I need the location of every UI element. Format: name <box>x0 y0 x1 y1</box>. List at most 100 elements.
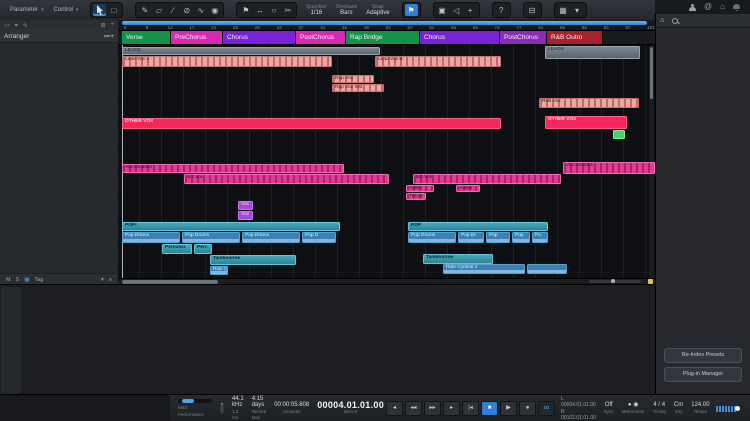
add-icon-button[interactable]: + <box>464 4 477 16</box>
loop-range-bar[interactable] <box>122 21 647 25</box>
snap-setting[interactable]: Snap Adaptive <box>366 4 389 16</box>
audio-region[interactable]: Pop Drums <box>122 232 180 243</box>
select-tracks-icon[interactable]: ▭ <box>4 22 10 29</box>
mute-all-button[interactable]: M <box>6 277 11 283</box>
play-button[interactable]: ▶ <box>500 401 518 416</box>
playhead[interactable] <box>122 45 123 278</box>
audio-region[interactable]: Rap Vox Inst <box>332 84 384 92</box>
audio-region[interactable]: Pop Dr <box>458 232 484 243</box>
keyboard-button[interactable]: ⊟ <box>526 4 539 16</box>
bend-tool-button[interactable]: ∿ <box>194 4 207 16</box>
audio-region[interactable]: Ride C <box>210 266 228 275</box>
reindex-presets-button[interactable]: Re-Index Presets <box>664 348 742 363</box>
arranger-section[interactable]: R&B Outro <box>547 31 603 44</box>
speaker-icon-button[interactable]: ◁ <box>450 4 463 16</box>
sphere-icon[interactable]: @ <box>704 3 712 11</box>
search-icon[interactable] <box>672 17 679 24</box>
audio-region[interactable]: Lead Vox A <box>122 56 332 67</box>
audio-region[interactable]: Vox <box>238 211 253 220</box>
chevron-down-icon[interactable]: ▾ <box>571 4 584 16</box>
audio-region[interactable]: Percussi <box>162 244 192 254</box>
precount-icon[interactable]: ● <box>628 402 632 408</box>
arranger-section[interactable]: Chorus <box>223 31 296 44</box>
home-icon[interactable]: ⌂ <box>720 3 725 11</box>
loop-button[interactable]: ∞ <box>538 401 556 416</box>
audio-region[interactable]: Vox Doubles <box>122 164 344 173</box>
audio-region[interactable]: Vox <box>238 201 253 210</box>
audio-region[interactable]: Vox Doubles <box>563 162 655 174</box>
audio-region[interactable]: LEADS <box>545 46 640 59</box>
timebase-setting[interactable]: Timebase Bars <box>335 4 357 16</box>
pencil-tool-button[interactable]: ✎ <box>138 4 151 16</box>
mix-view-button[interactable]: ▦ <box>557 4 570 16</box>
rewind-button[interactable]: ◂◂ <box>405 401 423 416</box>
audio-region[interactable]: Tambourine <box>423 254 493 264</box>
audio-region[interactable]: OTHER VOX <box>545 116 627 129</box>
audio-region[interactable]: Ride Cymbal 2 <box>443 264 525 274</box>
metronome-icon[interactable]: ◉ <box>633 402 638 408</box>
arranger-section[interactable]: PostChorus <box>296 31 346 44</box>
record-button[interactable]: ● <box>519 401 537 416</box>
edit-view-button[interactable]: Edit <box>741 395 750 421</box>
audio-region[interactable]: Adlibs <box>456 185 480 192</box>
performance-meter[interactable]: MIDI Performance <box>178 399 212 418</box>
time-signature-display[interactable]: 4 / 4 Timing <box>653 402 666 415</box>
performance-slider[interactable] <box>178 399 212 403</box>
audio-region[interactable]: Rap Vox <box>332 75 374 83</box>
parameter-dropdown[interactable]: Parameter ▾ <box>10 7 44 13</box>
eraser-tool-button[interactable]: ▱ <box>152 4 165 16</box>
arrow-tool-button[interactable] <box>93 4 107 16</box>
audio-region[interactable]: Pop <box>486 232 510 243</box>
next-bar-button[interactable]: ▸ <box>443 401 461 416</box>
view-icon[interactable]: ▦ <box>24 277 29 283</box>
audio-region[interactable]: Po <box>532 232 548 243</box>
audio-region[interactable]: Perc <box>194 244 212 254</box>
audio-region[interactable]: BG Vox <box>184 174 389 184</box>
audio-region[interactable]: OTHER VOX <box>122 118 501 129</box>
grid-icon[interactable]: ⊞ <box>100 22 105 29</box>
zoom-slider[interactable] <box>589 280 641 283</box>
zoom-slider-handle[interactable] <box>611 279 615 283</box>
audio-region[interactable] <box>613 130 625 139</box>
audio-region[interactable]: POP <box>408 222 548 231</box>
return-to-zero-button[interactable]: |◂ <box>462 401 480 416</box>
mute-tool-button[interactable]: ⊘ <box>180 4 193 16</box>
profile-icon[interactable] <box>689 3 697 11</box>
automation-icon[interactable]: ∿ <box>23 22 28 29</box>
key-display[interactable]: Cm Key <box>674 402 683 415</box>
previous-bar-button[interactable]: ◂ <box>386 401 404 416</box>
audio-region[interactable]: RnB Vox <box>539 98 639 108</box>
audio-region[interactable]: Pop <box>512 232 530 243</box>
audio-region[interactable]: LEADS <box>122 47 380 55</box>
arranger-section[interactable]: PreChorus <box>171 31 223 44</box>
split-tool-button[interactable]: ✂ <box>281 4 294 16</box>
audio-region[interactable]: BG Vox <box>413 174 561 184</box>
plugin-manager-button[interactable]: Plug-in Manager <box>664 367 742 382</box>
audio-region[interactable]: Pop D <box>302 232 336 243</box>
audio-region[interactable]: Throw <box>406 193 426 200</box>
audio-region[interactable]: Tambourine <box>210 255 296 265</box>
arranger-section[interactable]: Rap Bridge <box>346 31 420 44</box>
browse-home-icon[interactable]: ⌂ <box>660 17 664 24</box>
quantize-setting[interactable]: Quantize 1/16 <box>306 4 326 16</box>
sync-display[interactable]: Off Sync <box>604 402 614 415</box>
timeline-ruler[interactable]: 5 9 13 17 21 25 29 33 37 41 45 49 53 57 61 65 69 73 77 81 85… <box>118 20 655 31</box>
fast-forward-button[interactable]: ▸▸ <box>424 401 442 416</box>
list-icon[interactable]: ≡ <box>109 277 112 283</box>
stop-button[interactable]: ■ <box>481 401 499 416</box>
autoscroll-button[interactable]: ⚑ <box>404 4 418 16</box>
loop-locators[interactable]: L 00004.01.01.00 R 00102.01.01.00 <box>561 396 596 421</box>
audio-region[interactable]: Pop Drums <box>242 232 300 243</box>
audio-region[interactable] <box>527 264 567 274</box>
notifications-icon[interactable] <box>733 3 740 11</box>
audio-region[interactable]: Pop Drums <box>408 232 456 243</box>
line-tool-button[interactable]: ∕ <box>166 4 179 16</box>
add-track-button[interactable]: + <box>110 22 114 28</box>
chevron-down-icon[interactable]: ▾ <box>15 22 18 29</box>
arranger-section[interactable]: Verse <box>122 31 171 44</box>
control-dropdown[interactable]: Control ▾ <box>54 7 79 13</box>
tempo-display[interactable]: 124.00 Tempo <box>691 402 709 415</box>
tag-label[interactable]: Tag <box>34 277 43 283</box>
pad-icon-button[interactable]: ▣ <box>436 4 449 16</box>
marker-tool-button[interactable]: ⚑ <box>239 4 252 16</box>
